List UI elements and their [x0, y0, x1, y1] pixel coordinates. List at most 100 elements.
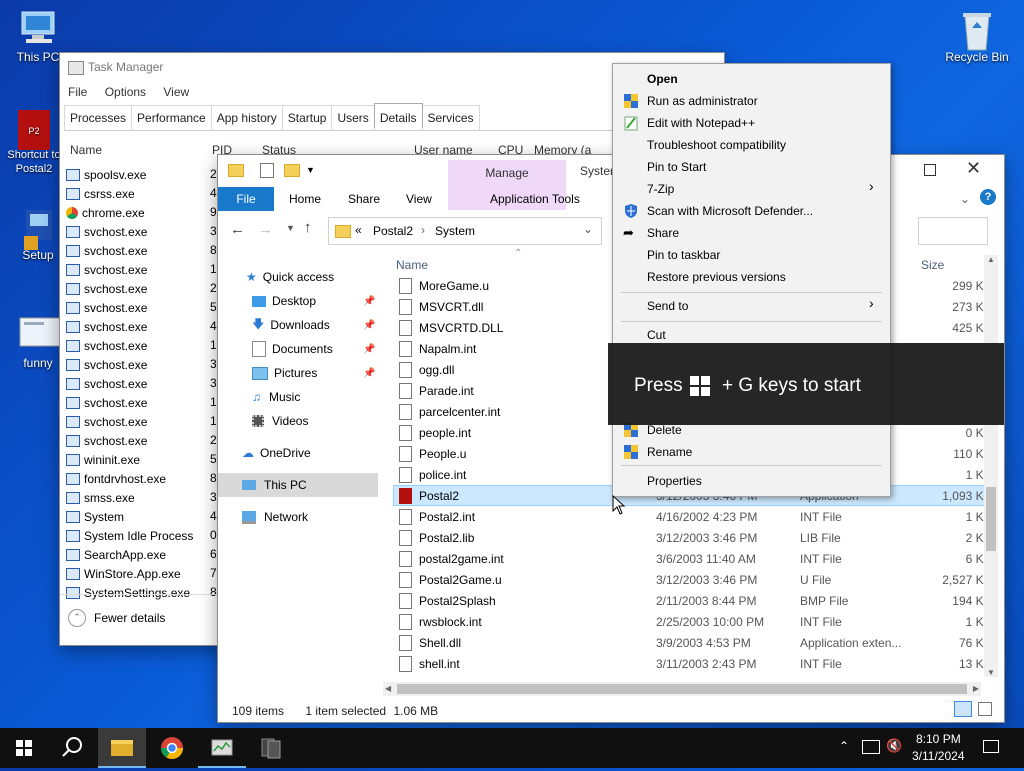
chrome-icon[interactable]	[148, 728, 196, 768]
menu-item-open[interactable]: Open	[647, 72, 678, 86]
breadcrumb-overflow[interactable]: «	[355, 223, 362, 237]
process-row[interactable]: svchost.exe	[64, 298, 224, 317]
process-row[interactable]: spoolsv.exe	[64, 165, 224, 184]
large-icons-view-icon[interactable]	[978, 702, 992, 716]
tab-processes[interactable]: Processes	[64, 105, 133, 130]
close-button[interactable]: ✕	[966, 158, 981, 179]
process-row[interactable]: svchost.exe	[64, 260, 224, 279]
ribbon-tab-file[interactable]: File	[218, 187, 274, 211]
menu-item-7zip[interactable]: 7-Zip	[647, 182, 674, 196]
column-header-size[interactable]: Size	[921, 258, 944, 272]
process-row[interactable]: WinStore.App.exe	[64, 564, 224, 583]
desktop-icon-postal2-shortcut[interactable]: P2 Shortcut to Postal2	[4, 106, 64, 176]
process-row[interactable]: svchost.exe	[64, 317, 224, 336]
fewer-details-link[interactable]: Fewer details	[94, 611, 165, 625]
ribbon-tab-view[interactable]: View	[406, 187, 432, 211]
process-row[interactable]: svchost.exe	[64, 431, 224, 450]
pin-icon[interactable]: 📌	[363, 296, 375, 307]
menu-item-pin-start[interactable]: Pin to Start	[647, 160, 706, 174]
help-icon[interactable]: ?	[980, 189, 996, 205]
maximize-button[interactable]	[924, 164, 936, 176]
process-row[interactable]: csrss.exe	[64, 184, 224, 203]
nav-downloads[interactable]: 🡇 Downloads 📌	[218, 313, 383, 337]
network-icon[interactable]	[862, 740, 880, 754]
process-row[interactable]: System	[64, 507, 224, 526]
menu-view[interactable]: View	[163, 85, 189, 99]
ribbon-expand-chevron-icon[interactable]: ⌄	[960, 187, 970, 211]
tab-services[interactable]: Services	[421, 105, 480, 130]
menu-item-cut[interactable]: Cut	[647, 328, 666, 342]
menu-item-troubleshoot[interactable]: Troubleshoot compatibility	[647, 138, 786, 152]
process-row[interactable]: wininit.exe	[64, 450, 224, 469]
process-row[interactable]: svchost.exe	[64, 279, 224, 298]
process-row[interactable]: SearchApp.exe	[64, 545, 224, 564]
search-icon[interactable]	[48, 728, 96, 768]
pin-icon[interactable]: 📌	[363, 320, 375, 331]
task-manager-taskbar-icon[interactable]	[198, 728, 246, 768]
menu-item-rename[interactable]: Rename	[647, 445, 692, 459]
clock-date[interactable]: 3/11/2024	[912, 749, 965, 763]
ribbon-tab-share[interactable]: Share	[348, 187, 380, 211]
pin-icon[interactable]: 📌	[363, 368, 375, 379]
nav-music[interactable]: ♫ Music	[218, 385, 383, 409]
menu-item-send-to[interactable]: Send to	[647, 299, 688, 313]
breadcrumb-postal2[interactable]: Postal2	[373, 224, 413, 238]
process-row[interactable]: svchost.exe	[64, 374, 224, 393]
scroll-right-arrow-icon[interactable]: ▶	[973, 682, 979, 696]
tab-details[interactable]: Details	[373, 103, 423, 128]
menu-item-share[interactable]: Share	[647, 226, 679, 240]
file-row[interactable]: Postal2.int 4/16/2002 4:23 PM INT File 1 KI	[393, 506, 989, 527]
menu-item-properties[interactable]: Properties	[647, 474, 702, 488]
volume-muted-icon[interactable]: 🔇	[886, 738, 902, 754]
menu-options[interactable]: Options	[105, 85, 146, 99]
process-row[interactable]: svchost.exe	[64, 393, 224, 412]
process-row[interactable]: svchost.exe	[64, 412, 224, 431]
start-button[interactable]	[0, 728, 48, 768]
process-row[interactable]: svchost.exe	[64, 222, 224, 241]
solitaire-icon[interactable]	[248, 728, 296, 768]
file-row[interactable]: shell.int 3/11/2003 2:43 PM INT File 13 KI	[393, 653, 989, 674]
pin-icon[interactable]: 📌	[363, 344, 375, 355]
scroll-left-arrow-icon[interactable]: ◀	[385, 682, 391, 696]
clock-time[interactable]: 8:10 PM	[916, 732, 961, 746]
scrollbar-thumb[interactable]	[397, 684, 967, 694]
process-row[interactable]: svchost.exe	[64, 336, 224, 355]
tab-users[interactable]: Users	[331, 105, 375, 130]
nav-pictures[interactable]: Pictures 📌	[218, 361, 383, 385]
vertical-scrollbar[interactable]: ▲ ▼	[984, 255, 998, 677]
nav-network[interactable]: Network	[218, 505, 383, 529]
file-row[interactable]: rwsblock.int 2/25/2003 10:00 PM INT File 1 …	[393, 611, 989, 632]
properties-icon[interactable]	[260, 162, 274, 178]
address-bar[interactable]: « Postal2 › System ⌄	[328, 217, 602, 245]
menu-file[interactable]: File	[68, 85, 87, 99]
menu-item-run-as-admin[interactable]: Run as administrator	[647, 94, 758, 108]
column-header-name[interactable]: Name	[70, 143, 102, 157]
new-folder-icon[interactable]	[284, 163, 300, 177]
breadcrumb-system[interactable]: System	[435, 224, 475, 238]
notification-center-icon[interactable]	[983, 740, 999, 753]
file-row[interactable]: Postal2.lib 3/12/2003 3:46 PM LIB File 2 KI	[393, 527, 989, 548]
recent-locations-chevron-icon[interactable]: ▼	[286, 223, 295, 233]
customize-toolbar-chevron-icon[interactable]: ▼	[306, 165, 315, 175]
menu-item-restore-versions[interactable]: Restore previous versions	[647, 270, 786, 284]
nav-quick-access[interactable]: ★ Quick access	[218, 265, 383, 289]
tab-performance[interactable]: Performance	[131, 105, 212, 130]
scrollbar-thumb[interactable]	[986, 487, 996, 551]
tab-startup[interactable]: Startup	[281, 105, 333, 130]
file-row[interactable]: Shell.dll 3/9/2003 4:53 PM Application ext…	[393, 632, 989, 653]
column-header-name[interactable]: Name	[396, 258, 428, 272]
up-arrow-icon[interactable]: ↑	[304, 219, 312, 236]
ribbon-tab-application-tools[interactable]: Application Tools	[490, 187, 580, 211]
process-row[interactable]: System Idle Process	[64, 526, 224, 545]
file-explorer-taskbar-icon[interactable]	[98, 728, 146, 768]
process-row[interactable]: svchost.exe	[64, 241, 224, 260]
details-view-icon[interactable]	[954, 701, 972, 717]
menu-item-delete[interactable]: Delete	[647, 423, 682, 437]
process-row[interactable]: svchost.exe	[64, 355, 224, 374]
fewer-details-chevron-icon[interactable]: ⌃	[68, 609, 86, 627]
desktop-icon-recycle-bin[interactable]: Recycle Bin	[942, 8, 1012, 64]
file-row[interactable]: Postal2Game.u 3/12/2003 3:46 PM U File 2,52…	[393, 569, 989, 590]
tab-app-history[interactable]: App history	[210, 105, 283, 130]
scroll-up-arrow-icon[interactable]: ▲	[984, 255, 998, 264]
search-box[interactable]	[918, 217, 988, 245]
